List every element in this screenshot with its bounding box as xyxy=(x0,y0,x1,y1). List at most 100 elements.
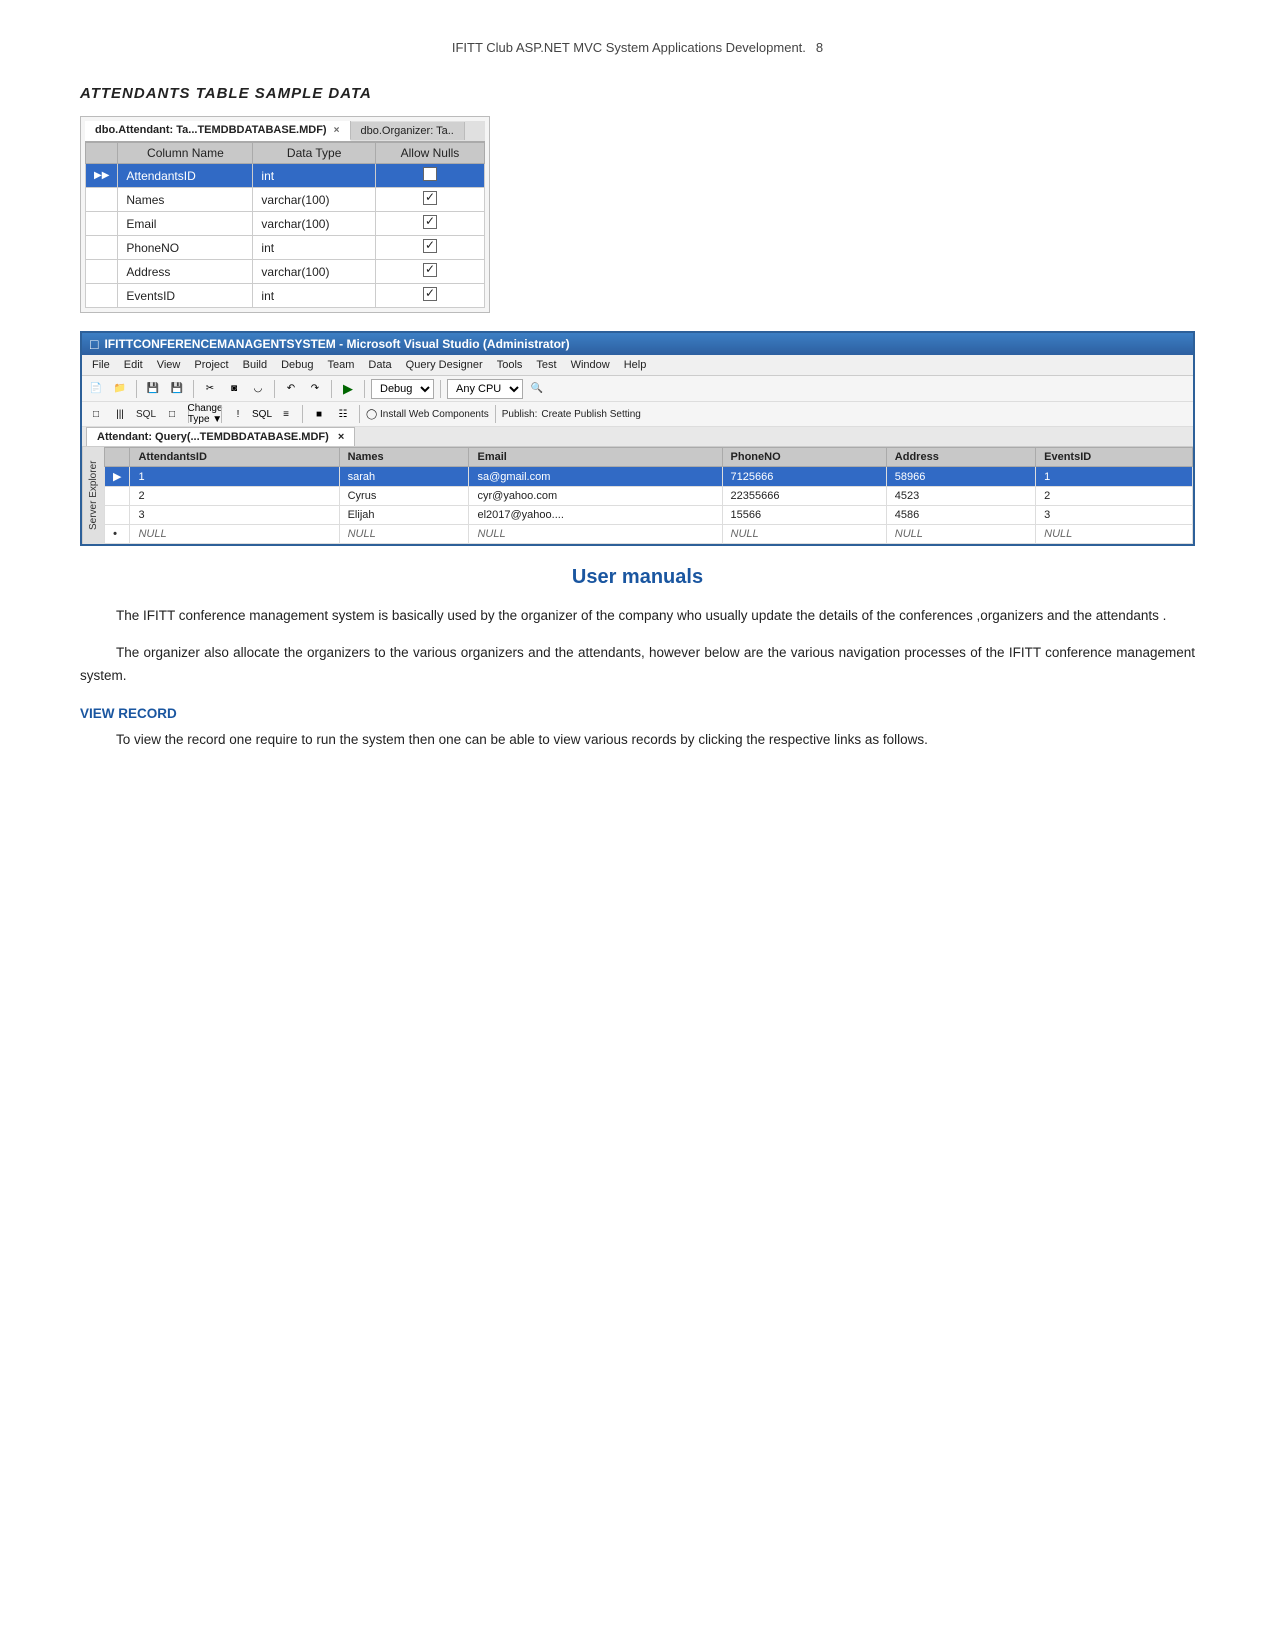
schema-tab1[interactable]: dbo.Attendant: Ta...TEMDBDATABASE.MDF) × xyxy=(85,121,351,141)
result-row-phone: NULL xyxy=(722,525,886,544)
menu-project[interactable]: Project xyxy=(188,357,234,373)
schema-checkbox xyxy=(423,287,437,301)
result-row-email: NULL xyxy=(469,525,722,544)
schema-row-datatype: varchar(100) xyxy=(253,260,376,284)
toolbar-sep6 xyxy=(440,380,441,398)
body-paragraph2: The organizer also allocate the organize… xyxy=(80,642,1195,688)
menu-data[interactable]: Data xyxy=(362,357,397,373)
toolbar2-arrow-btn[interactable]: ■ xyxy=(309,404,329,424)
toolbar-cut-btn[interactable]: ✂ xyxy=(200,379,220,399)
toolbar-sep5 xyxy=(364,380,365,398)
schema-row-allownull xyxy=(375,236,484,260)
result-row-name: sarah xyxy=(339,467,469,487)
toolbar2-list-btn[interactable]: ≡ xyxy=(276,404,296,424)
toolbar-cpu-select[interactable]: Any CPU xyxy=(447,379,523,399)
vs-doc-tab[interactable]: Attendant: Query(...TEMDBDATABASE.MDF) × xyxy=(86,427,355,446)
body-paragraph1: The IFITT conference management system i… xyxy=(80,605,1195,628)
toolbar2-sep4 xyxy=(359,405,360,423)
menu-view[interactable]: View xyxy=(151,357,187,373)
toolbar2-sep3 xyxy=(302,405,303,423)
menu-team[interactable]: Team xyxy=(322,357,361,373)
menu-build[interactable]: Build xyxy=(237,357,273,373)
result-col-address: Address xyxy=(886,448,1035,467)
result-row-address: 58966 xyxy=(886,467,1035,487)
result-row-id: NULL xyxy=(130,525,339,544)
toolbar2-sep5 xyxy=(495,405,496,423)
toolbar-extra-btn[interactable]: 🔍 xyxy=(527,379,547,399)
schema-checkbox xyxy=(423,239,437,253)
menu-query-designer[interactable]: Query Designer xyxy=(400,357,489,373)
menu-debug[interactable]: Debug xyxy=(275,357,319,373)
menu-window[interactable]: Window xyxy=(565,357,616,373)
toolbar-paste-btn[interactable]: ◡ xyxy=(248,379,268,399)
result-table-wrapper: AttendantsID Names Email PhoneNO Address… xyxy=(104,447,1193,544)
toolbar-debug-select[interactable]: Debug xyxy=(371,379,434,399)
result-row-indicator xyxy=(105,506,130,525)
result-row-id: 2 xyxy=(130,487,339,506)
schema-row-allownull xyxy=(375,212,484,236)
result-row-address: 4523 xyxy=(886,487,1035,506)
result-table: AttendantsID Names Email PhoneNO Address… xyxy=(104,447,1193,544)
page-header: IFITT Club ASP.NET MVC System Applicatio… xyxy=(80,40,1195,55)
vs-titlebar: □ IFITTCONFERENCEMANAGENTSYSTEM - Micros… xyxy=(82,333,1193,355)
schema-row-colname: Names xyxy=(118,188,253,212)
section-title: ATTENDANTS TABLE SAMPLE DATA xyxy=(80,85,1195,102)
result-row-eventsid: NULL xyxy=(1036,525,1193,544)
result-row-phone: 22355666 xyxy=(722,487,886,506)
toolbar2-btn3[interactable]: □ xyxy=(162,404,182,424)
schema-row-indicator: ▶▶ xyxy=(86,164,118,188)
schema-container: dbo.Attendant: Ta...TEMDBDATABASE.MDF) ×… xyxy=(80,116,490,313)
schema-row-indicator xyxy=(86,284,118,308)
vs-doc-tab-close[interactable]: × xyxy=(338,431,344,443)
view-record-text: To view the record one require to run th… xyxy=(80,729,1195,752)
result-row-eventsid: 3 xyxy=(1036,506,1193,525)
menu-help[interactable]: Help xyxy=(618,357,653,373)
vs-window: □ IFITTCONFERENCEMANAGENTSYSTEM - Micros… xyxy=(80,331,1195,546)
toolbar-sep1 xyxy=(136,380,137,398)
result-col-eventsid: EventsID xyxy=(1036,448,1193,467)
toolbar2-sql2-btn[interactable]: SQL xyxy=(252,404,272,424)
result-row-name: Elijah xyxy=(339,506,469,525)
header-title: IFITT Club ASP.NET MVC System Applicatio… xyxy=(452,40,806,55)
schema-tab2[interactable]: dbo.Organizer: Ta.. xyxy=(351,122,465,140)
result-col-email: Email xyxy=(469,448,722,467)
toolbar2-changetype-btn[interactable]: Change Type ▼ xyxy=(195,404,215,424)
schema-row-datatype: varchar(100) xyxy=(253,188,376,212)
result-row-name: Cyrus xyxy=(339,487,469,506)
toolbar2-btn2[interactable]: ||| xyxy=(110,404,130,424)
result-row-id: 1 xyxy=(130,467,339,487)
toolbar-undo-btn[interactable]: ↶ xyxy=(281,379,301,399)
schema-row-datatype: int xyxy=(253,284,376,308)
toolbar-saveall-btn[interactable]: 💾 xyxy=(167,379,187,399)
page-number: 8 xyxy=(816,40,823,55)
menu-edit[interactable]: Edit xyxy=(118,357,149,373)
vs-toolbar2: □ ||| SQL □ Change Type ▼ ! SQL ≡ ■ ☷ ◯ … xyxy=(82,402,1193,427)
schema-tab1-close[interactable]: × xyxy=(334,125,340,136)
toolbar-copy-btn[interactable]: ◙ xyxy=(224,379,244,399)
schema-row-colname: Address xyxy=(118,260,253,284)
vs-icon: □ xyxy=(90,336,98,352)
toolbar-save-btn[interactable]: 💾 xyxy=(143,379,163,399)
result-row-phone: 7125666 xyxy=(722,467,886,487)
schema-row-datatype: int xyxy=(253,236,376,260)
result-row-email: sa@gmail.com xyxy=(469,467,722,487)
toolbar2-install-web: ◯ Install Web Components xyxy=(366,409,489,420)
toolbar2-exclaim-btn[interactable]: ! xyxy=(228,404,248,424)
menu-file[interactable]: File xyxy=(86,357,116,373)
toolbar2-grid-btn[interactable]: ☷ xyxy=(333,404,353,424)
schema-row-indicator xyxy=(86,188,118,212)
menu-tools[interactable]: Tools xyxy=(491,357,529,373)
menu-test[interactable]: Test xyxy=(530,357,562,373)
toolbar-redo-btn[interactable]: ↷ xyxy=(305,379,325,399)
schema-row-indicator xyxy=(86,212,118,236)
vs-title: IFITTCONFERENCEMANAGENTSYSTEM - Microsof… xyxy=(104,337,569,351)
toolbar-new-btn[interactable]: 📄 xyxy=(86,379,106,399)
result-row-email: el2017@yahoo.... xyxy=(469,506,722,525)
result-col-indicator xyxy=(105,448,130,467)
result-row-indicator: • xyxy=(105,525,130,544)
schema-row-colname: AttendantsID xyxy=(118,164,253,188)
toolbar-run-btn[interactable]: ▶ xyxy=(338,379,358,399)
toolbar-open-btn[interactable]: 📁 xyxy=(110,379,130,399)
schema-col-type-header: Data Type xyxy=(253,143,376,164)
toolbar2-btn1[interactable]: □ xyxy=(86,404,106,424)
